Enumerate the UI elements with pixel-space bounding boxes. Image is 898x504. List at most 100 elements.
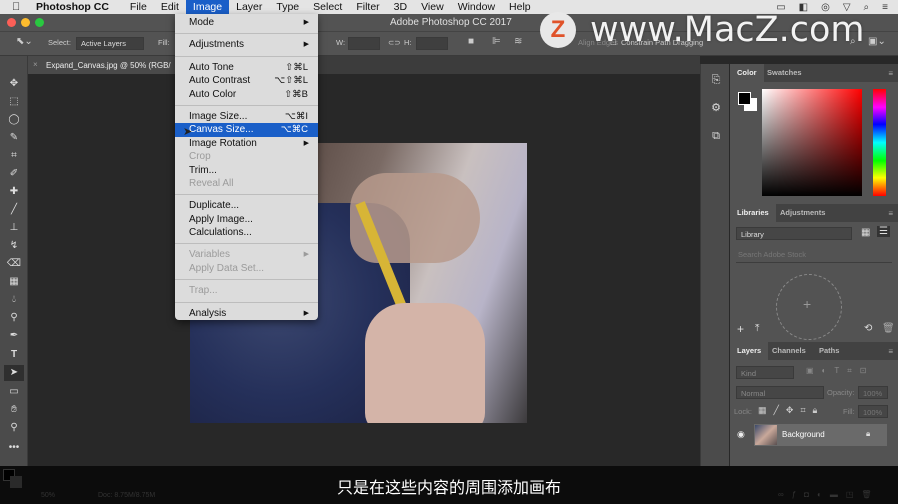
- stock-search-input[interactable]: Search Adobe Stock: [738, 250, 806, 259]
- menu-image[interactable]: Image: [185, 0, 230, 14]
- menu-separator: [175, 279, 318, 281]
- panel-menu-icon[interactable]: ≡: [888, 69, 893, 78]
- menu-item-crop: Crop: [189, 151, 211, 163]
- tab-libraries[interactable]: Libraries: [730, 204, 776, 222]
- select-dropdown[interactable]: Active Layers: [76, 37, 144, 50]
- menu-item-calculations[interactable]: Calculations...: [175, 226, 318, 239]
- opacity-input[interactable]: 100%: [858, 386, 888, 399]
- library-select[interactable]: Library: [736, 227, 852, 240]
- layer-filter-icons[interactable]: ▣◐T⌗⊡: [806, 366, 875, 376]
- paragraph-panel-icon[interactable]: ⧉: [705, 126, 727, 146]
- rectangle-tool-icon[interactable]: ▭: [4, 384, 24, 400]
- panel-menu-icon[interactable]: ≡: [888, 209, 893, 218]
- height-input[interactable]: [416, 37, 448, 50]
- eyedropper-tool-icon[interactable]: ✐: [4, 166, 24, 182]
- document-tab-title: Expand_Canvas.jpg @ 50% (RGB/: [46, 61, 171, 70]
- menu-layer[interactable]: Layer: [229, 0, 269, 14]
- marquee-tool-icon[interactable]: ⬚: [4, 94, 24, 110]
- tab-paths[interactable]: Paths: [812, 342, 846, 360]
- tab-channels[interactable]: Channels: [765, 342, 813, 360]
- zoom-tool-icon[interactable]: ⚲: [4, 420, 24, 436]
- move-tool-icon[interactable]: ✥: [4, 76, 24, 92]
- link-icon[interactable]: ⊂⊃: [388, 38, 401, 47]
- menu-item-auto-color[interactable]: Auto Color ⇧⌘B: [175, 88, 318, 101]
- healing-brush-tool-icon[interactable]: ✚: [4, 184, 24, 200]
- menu-help[interactable]: Help: [502, 0, 538, 14]
- zoom-window-button[interactable]: [35, 18, 44, 27]
- menu-item-auto-tone[interactable]: Auto Tone ⇧⌘L: [175, 61, 318, 74]
- path-alignment-icon[interactable]: ⊫: [492, 36, 501, 47]
- width-input[interactable]: [348, 37, 380, 50]
- menu-view[interactable]: View: [414, 0, 451, 14]
- submenu-arrow-icon: ▶: [303, 309, 309, 317]
- close-tab-icon[interactable]: ×: [33, 60, 38, 69]
- document-tab[interactable]: × Expand_Canvas.jpg @ 50% (RGB/: [28, 56, 178, 74]
- menu-item-image-size[interactable]: Image Size... ⌥⌘I: [175, 110, 318, 123]
- tab-swatches[interactable]: Swatches: [760, 64, 809, 82]
- foreground-color[interactable]: [738, 92, 751, 105]
- tab-adjustments[interactable]: Adjustments: [773, 204, 832, 222]
- history-panel-icon[interactable]: ⎘: [705, 70, 727, 90]
- path-operations-icon[interactable]: ■: [468, 36, 474, 47]
- layer-filter-kind[interactable]: Kind: [736, 366, 794, 379]
- submenu-arrow-icon: ▶: [303, 19, 309, 26]
- layer-visibility-eye-icon[interactable]: ◉: [737, 429, 745, 440]
- path-selection-tool-icon[interactable]: ➤: [4, 365, 24, 381]
- notification-list-icon[interactable]: ≡: [882, 2, 888, 13]
- menu-item-analysis[interactable]: Analysis ▶: [175, 307, 318, 320]
- crop-tool-icon[interactable]: ⌗: [4, 148, 24, 164]
- blend-mode-select[interactable]: Normal: [736, 386, 824, 399]
- trash-icon[interactable]: 🗑︎: [882, 323, 895, 334]
- lock-icons[interactable]: ▦╱✥⌗🔒︎: [758, 405, 824, 416]
- menu-filter[interactable]: Filter: [349, 0, 386, 14]
- menu-item-duplicate[interactable]: Duplicate...: [175, 199, 318, 212]
- list-view-icon[interactable]: ☰: [877, 226, 890, 237]
- tab-layers[interactable]: Layers: [730, 342, 769, 360]
- hand-tool-icon[interactable]: ✋︎: [4, 402, 24, 418]
- eraser-tool-icon[interactable]: ⌫: [4, 256, 24, 272]
- menu-item-auto-contrast[interactable]: Auto Contrast ⌥⇧⌘L: [175, 74, 318, 87]
- menu-item-apply-image[interactable]: Apply Image...: [175, 213, 318, 226]
- menu-edit[interactable]: Edit: [154, 0, 186, 14]
- upload-icon[interactable]: ⤒: [755, 323, 759, 334]
- type-tool-icon[interactable]: T: [4, 347, 24, 363]
- gradient-tool-icon[interactable]: ▦: [4, 274, 24, 290]
- brush-tool-icon[interactable]: ╱: [4, 202, 24, 218]
- add-content-icon[interactable]: +: [737, 322, 744, 336]
- tab-color[interactable]: Color: [730, 64, 764, 82]
- menu-type[interactable]: Type: [269, 0, 306, 14]
- menu-window[interactable]: Window: [451, 0, 502, 14]
- properties-panel-icon[interactable]: ⚙: [705, 98, 727, 118]
- panel-menu-icon[interactable]: ≡: [888, 347, 893, 356]
- more-tools-icon[interactable]: •••: [4, 440, 24, 456]
- color-picker-field[interactable]: [762, 89, 862, 196]
- minimize-window-button[interactable]: [21, 18, 30, 27]
- grid-view-icon[interactable]: ▦: [861, 227, 870, 238]
- hue-slider[interactable]: [873, 89, 886, 196]
- history-brush-tool-icon[interactable]: ↯: [4, 238, 24, 254]
- menu-3d[interactable]: 3D: [387, 0, 414, 14]
- dodge-tool-icon[interactable]: ⚲: [4, 310, 24, 326]
- pen-tool-icon[interactable]: ✒: [4, 328, 24, 344]
- menu-item-canvas-size[interactable]: Canvas Size... ⌥⌘C: [175, 123, 318, 137]
- menu-item-adjustments[interactable]: Adjustments ▶: [175, 38, 318, 51]
- menu-item-trim[interactable]: Trim...: [175, 164, 318, 177]
- workspace-icon[interactable]: ▣⌄: [868, 36, 886, 47]
- menu-item-image-rotation[interactable]: Image Rotation ▶: [175, 137, 318, 150]
- sync-icon[interactable]: ⟲: [864, 323, 872, 334]
- move-tool-preset-icon[interactable]: ⬉⌄: [16, 36, 33, 47]
- blur-tool-icon[interactable]: 💧︎: [4, 292, 24, 308]
- menu-item-reveal-all: Reveal All: [189, 177, 234, 189]
- path-arrangement-icon[interactable]: ≋: [514, 36, 522, 47]
- menu-select[interactable]: Select: [306, 0, 349, 14]
- fill-input[interactable]: 100%: [858, 405, 888, 418]
- app-menu[interactable]: Photoshop CC: [36, 1, 109, 13]
- menu-file[interactable]: File: [123, 0, 154, 14]
- layer-row-background[interactable]: Background 🔒︎: [754, 424, 887, 446]
- quick-selection-tool-icon[interactable]: ✎: [4, 130, 24, 146]
- menu-item-mode[interactable]: Mode ▶: [175, 16, 318, 29]
- lasso-tool-icon[interactable]: ◯: [4, 112, 24, 128]
- close-window-button[interactable]: [7, 18, 16, 27]
- apple-menu-icon[interactable]: : [12, 1, 26, 13]
- clone-stamp-tool-icon[interactable]: ⊥: [4, 220, 24, 236]
